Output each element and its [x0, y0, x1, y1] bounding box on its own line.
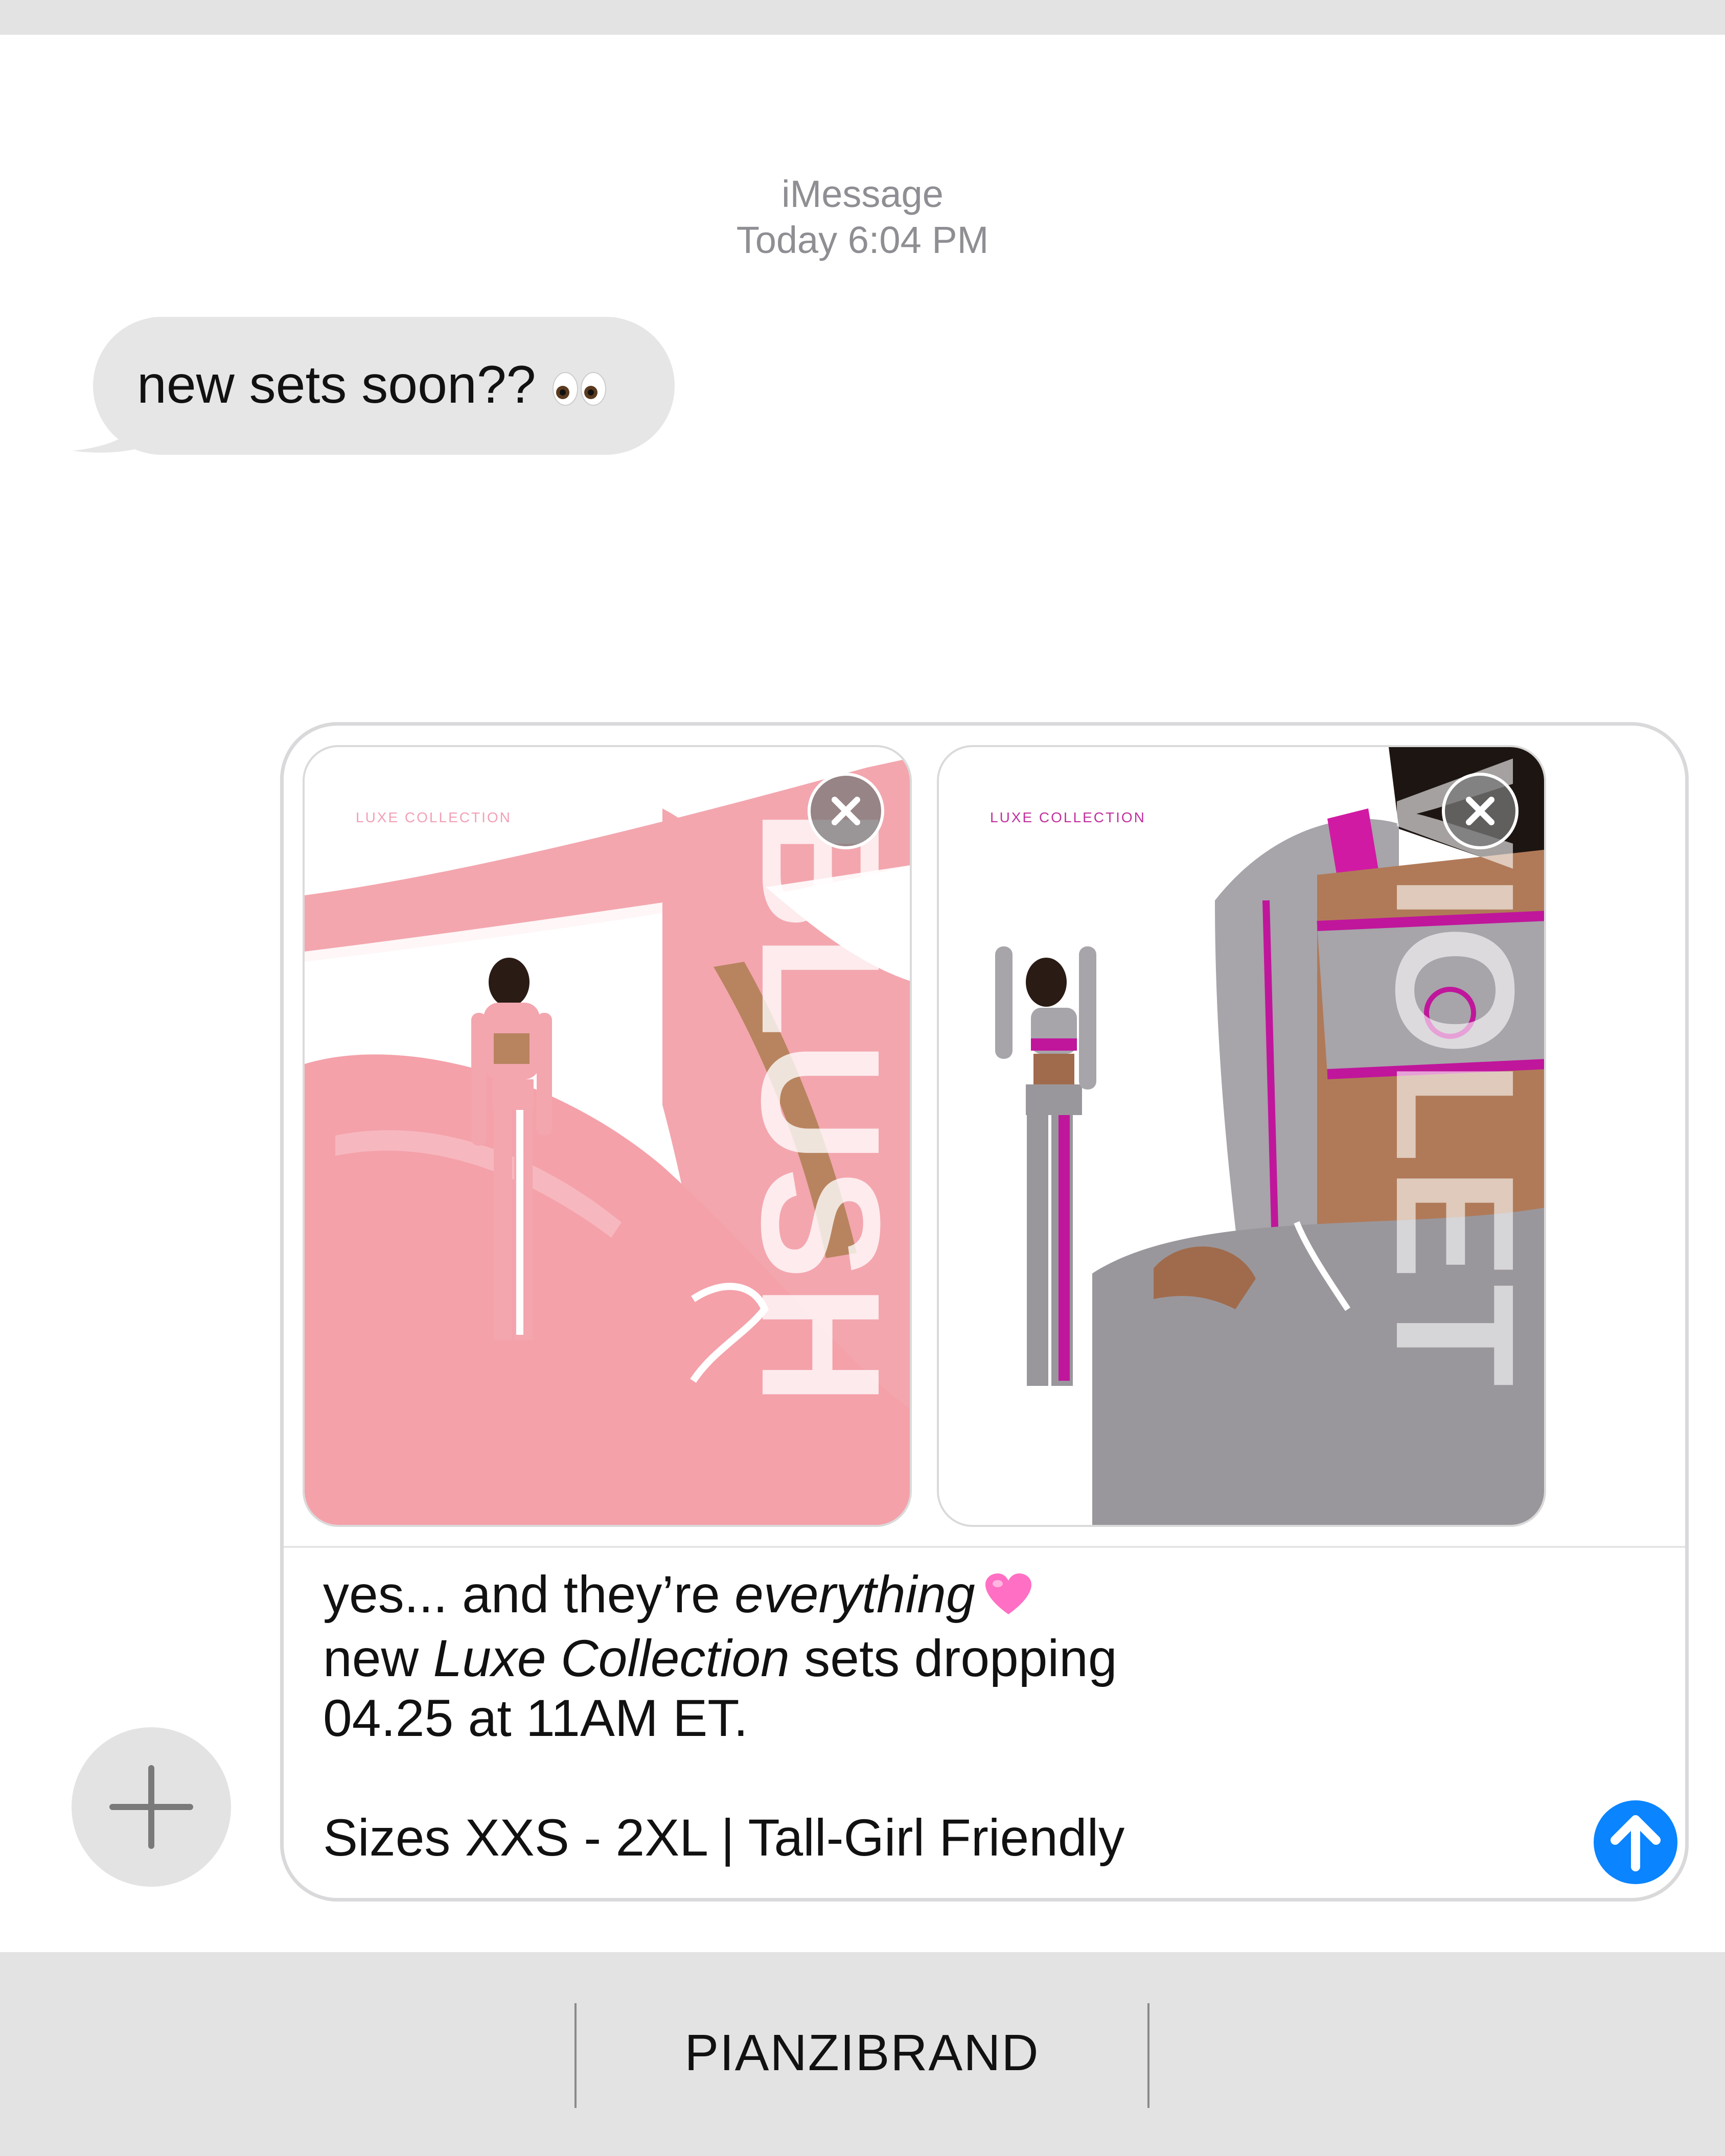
message-line: yes... and they’re everything	[323, 1565, 1124, 1629]
message-emphasis: everything	[734, 1565, 975, 1624]
conversation-header: iMessage Today 6:04 PM	[0, 171, 1725, 263]
bar-divider	[1147, 2003, 1149, 2108]
arrow-up-icon	[1611, 1815, 1661, 1871]
compose-divider	[284, 1546, 1685, 1548]
compose-message-text[interactable]: yes... and they’re everything new Luxe C…	[323, 1565, 1124, 1868]
eyes-emoji-icon	[551, 356, 608, 422]
message-text: new	[323, 1629, 433, 1687]
close-icon	[1466, 797, 1494, 825]
message-text: yes... and they’re	[323, 1565, 735, 1624]
close-icon	[832, 797, 860, 825]
timestamp: Today 6:04 PM	[736, 219, 989, 261]
message-emphasis: Luxe Collection	[433, 1629, 790, 1687]
brand-label[interactable]: PIANZIBRAND	[577, 2024, 1147, 2082]
send-button[interactable]	[1594, 1800, 1677, 1884]
collection-label: LUXE COLLECTION	[990, 809, 1146, 825]
message-text: sets dropping	[789, 1629, 1117, 1687]
attachment-blush[interactable]: LUXE COLLECTION BLUSH	[303, 745, 912, 1527]
attachment-violet[interactable]: LUXE COLLECTION VIOLET	[937, 745, 1546, 1527]
remove-attachment-button[interactable]	[1442, 773, 1519, 849]
incoming-message-text: new sets soon??	[137, 352, 608, 422]
status-strip	[0, 0, 1725, 35]
remove-attachment-button[interactable]	[808, 773, 884, 849]
message-line: new Luxe Collection sets dropping	[323, 1629, 1124, 1688]
colorway-word: VIOLET	[1361, 757, 1546, 1391]
message-line: Sizes XXS - 2XL | Tall-Girl Friendly	[323, 1808, 1125, 1867]
service-label: iMessage	[781, 173, 944, 215]
add-attachment-button[interactable]	[72, 1727, 231, 1887]
plus-icon	[109, 1765, 193, 1849]
incoming-message-label: new sets soon??	[137, 355, 536, 414]
message-line: 04.25 at 11AM ET.	[323, 1688, 748, 1747]
colorway-word: BLUSH	[727, 808, 912, 1410]
pink-heart-icon	[985, 1569, 1031, 1629]
collection-label: LUXE COLLECTION	[356, 809, 512, 825]
